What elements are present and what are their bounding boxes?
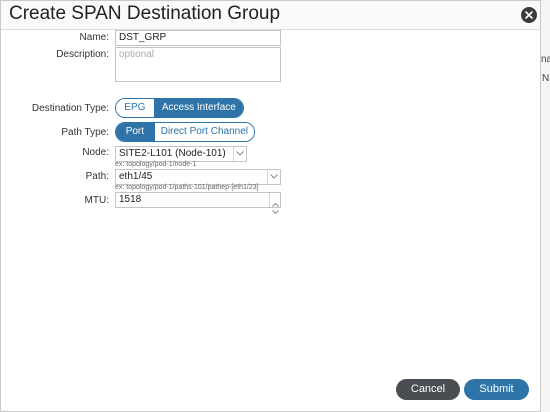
- cancel-button[interactable]: Cancel: [396, 379, 460, 400]
- path-dropdown-button[interactable]: [267, 170, 280, 184]
- description-textarea[interactable]: optional: [115, 47, 281, 82]
- name-label: Name:: [79, 32, 109, 43]
- background-text-fragment: N: [542, 73, 550, 84]
- path-type-option-port[interactable]: Port: [116, 123, 154, 141]
- destination-type-option-epg[interactable]: EPG: [116, 99, 154, 117]
- path-select-value: eth1/45: [119, 171, 153, 182]
- dialog-title: Create SPAN Destination Group: [9, 3, 281, 24]
- close-icon: [525, 11, 533, 19]
- create-span-destination-group-dialog: Create SPAN Destination Group Name: DST_…: [0, 0, 541, 412]
- close-button[interactable]: [521, 7, 537, 23]
- mtu-decrement-button[interactable]: [272, 201, 279, 219]
- destination-type-option-access-interface[interactable]: Access Interface: [153, 99, 243, 117]
- path-type-option-direct-port-channel[interactable]: Direct Port Channel: [153, 123, 254, 141]
- background-text-fragment: na: [541, 54, 550, 65]
- node-dropdown-button[interactable]: [233, 147, 246, 161]
- description-label: Description:: [56, 49, 109, 60]
- node-select[interactable]: SITE2-L101 (Node-101): [115, 146, 247, 162]
- name-input[interactable]: DST_GRP: [115, 30, 281, 46]
- node-select-value: SITE2-L101 (Node-101): [119, 148, 226, 159]
- caret-down-icon: [272, 210, 279, 215]
- chevron-down-icon: [270, 174, 278, 179]
- submit-button[interactable]: Submit: [464, 379, 529, 400]
- path-select[interactable]: eth1/45: [115, 169, 281, 185]
- node-label: Node:: [82, 147, 109, 158]
- path-hint: ex: topology/pod-1/paths-101/pathep-[eth…: [115, 184, 259, 191]
- node-hint: ex: topology/pod-1/node-1: [115, 161, 197, 168]
- path-type-toggle: Port Direct Port Channel: [115, 122, 255, 142]
- destination-type-label: Destination Type:: [31, 103, 109, 114]
- chevron-down-icon: [236, 151, 244, 156]
- path-type-label: Path Type:: [61, 127, 109, 138]
- mtu-stepper: [269, 193, 281, 215]
- destination-type-toggle: EPG Access Interface: [115, 98, 244, 118]
- path-label: Path:: [85, 171, 109, 182]
- dialog-header: Create SPAN Destination Group: [1, 1, 540, 30]
- mtu-label: MTU:: [84, 195, 109, 206]
- mtu-input[interactable]: 1518: [115, 192, 281, 208]
